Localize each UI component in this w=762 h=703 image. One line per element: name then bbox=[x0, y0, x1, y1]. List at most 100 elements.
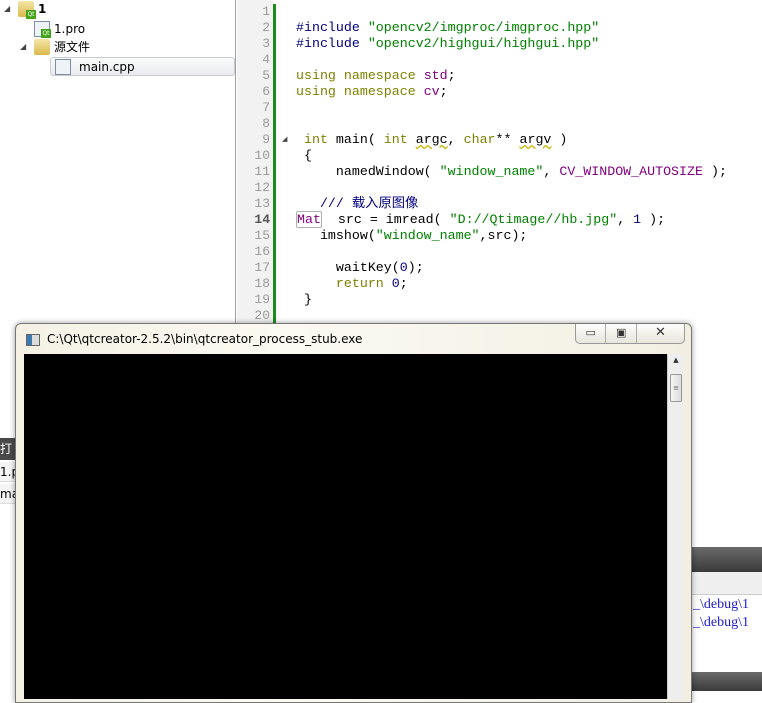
tree-item-main-cpp[interactable]: main.cpp bbox=[50, 57, 235, 76]
line-number: 3 bbox=[262, 36, 270, 51]
code-token: 0 bbox=[399, 260, 408, 275]
console-output[interactable] bbox=[24, 354, 667, 699]
console-window[interactable]: C:\Qt\qtcreator-2.5.2\bin\qtcreator_proc… bbox=[15, 323, 692, 703]
code-line[interactable]: { bbox=[296, 148, 312, 164]
code-token: ); bbox=[641, 212, 666, 227]
line-number: 11 bbox=[254, 164, 270, 179]
code-line[interactable]: /// 载入原图像 bbox=[296, 196, 418, 212]
code-token: namedWindow( bbox=[296, 164, 440, 179]
code-token: , bbox=[447, 132, 464, 147]
line-number: 10 bbox=[254, 148, 270, 163]
code-token: src = imread( bbox=[321, 212, 450, 227]
code-line[interactable]: waitKey(0); bbox=[296, 260, 424, 276]
line-number: 5 bbox=[262, 68, 270, 83]
line-number: 1 bbox=[262, 4, 270, 19]
line-number: 6 bbox=[262, 84, 270, 99]
minimize-button[interactable]: ▭ bbox=[576, 324, 607, 343]
code-token: { bbox=[296, 148, 312, 163]
output-pane: _\debug\1 _\debug\1 bbox=[691, 547, 762, 691]
code-token: "opencv2/highgui/highgui.hpp" bbox=[367, 36, 600, 51]
expand-arrow-icon[interactable]: ◢ bbox=[4, 0, 14, 18]
tree-item-sources[interactable]: ◢ 源文件 bbox=[20, 38, 90, 56]
line-number: 4 bbox=[262, 52, 270, 67]
code-token: ** bbox=[495, 132, 520, 147]
code-line[interactable]: Mat src = imread( "D://Qtimage//hb.jpg",… bbox=[296, 211, 666, 228]
tree-item-project[interactable]: ◢ Qt 1 bbox=[4, 0, 47, 19]
output-line: _\debug\1 bbox=[693, 615, 749, 630]
background-tab[interactable]: 打开 bbox=[0, 438, 16, 460]
code-token: "window_name" bbox=[375, 228, 480, 243]
console-app-icon bbox=[26, 334, 40, 346]
qt-project-icon: Qt bbox=[18, 1, 36, 19]
code-token: #include bbox=[296, 20, 368, 35]
window-controls: ▭ ▣ ✕ bbox=[575, 324, 685, 344]
line-number: 8 bbox=[262, 116, 270, 131]
code-token: 0 bbox=[391, 276, 400, 291]
tree-item-pro-file[interactable]: Qt 1.pro bbox=[34, 20, 85, 38]
pro-file-label: 1.pro bbox=[54, 22, 86, 36]
code-token: #include bbox=[296, 36, 368, 51]
code-token: /// 载入原图像 bbox=[296, 196, 419, 211]
code-token: cv bbox=[423, 84, 440, 99]
code-token: CV_WINDOW_AUTOSIZE bbox=[559, 164, 703, 179]
code-token: ); bbox=[702, 164, 727, 179]
close-button[interactable]: ✕ bbox=[637, 324, 684, 343]
expand-arrow-icon[interactable]: ◢ bbox=[20, 38, 30, 56]
code-line[interactable]: using namespace std; bbox=[296, 68, 456, 84]
cpp-file-icon bbox=[55, 58, 71, 75]
background-row[interactable]: 1.pro bbox=[0, 462, 16, 482]
output-toolbar bbox=[691, 572, 762, 595]
code-token: "opencv2/imgproc/imgproc.hpp" bbox=[367, 20, 600, 35]
code-token: ; bbox=[439, 84, 448, 99]
console-title: C:\Qt\qtcreator-2.5.2\bin\qtcreator_proc… bbox=[47, 332, 363, 346]
code-line[interactable]: } bbox=[296, 292, 312, 308]
code-line[interactable]: return 0; bbox=[296, 276, 408, 292]
code-line[interactable]: namedWindow( "window_name", CV_WINDOW_AU… bbox=[296, 164, 727, 180]
cpp-folder-icon bbox=[34, 39, 50, 55]
line-number: 9 bbox=[262, 132, 270, 147]
line-number: 7 bbox=[262, 100, 270, 115]
background-row[interactable]: main.cpp bbox=[0, 484, 16, 504]
vertical-scrollbar[interactable]: ▲ ≡ bbox=[667, 354, 683, 699]
maximize-button[interactable]: ▣ bbox=[606, 324, 637, 343]
code-token: ) bbox=[551, 132, 568, 147]
code-token: int bbox=[296, 132, 336, 147]
code-token: , bbox=[617, 212, 634, 227]
code-token: imshow( bbox=[296, 228, 376, 243]
code-token: waitKey( bbox=[296, 260, 400, 275]
code-token: argv bbox=[519, 132, 552, 147]
code-token: char bbox=[463, 132, 496, 147]
output-line: _\debug\1 bbox=[693, 597, 749, 612]
output-pane-header bbox=[691, 547, 762, 572]
code-token: namespace bbox=[343, 84, 424, 99]
line-number: 13 bbox=[254, 196, 270, 211]
sources-folder-label: 源文件 bbox=[54, 40, 91, 54]
scroll-up-arrow-icon[interactable]: ▲ bbox=[668, 356, 684, 364]
code-line[interactable]: imshow("window_name",src); bbox=[296, 228, 527, 244]
scroll-thumb[interactable]: ≡ bbox=[670, 374, 682, 402]
line-number: 12 bbox=[254, 180, 270, 195]
code-line[interactable]: using namespace cv; bbox=[296, 84, 448, 100]
project-name: 1 bbox=[38, 2, 47, 16]
line-number: 20 bbox=[254, 308, 270, 323]
code-token: std bbox=[423, 68, 448, 83]
fold-arrow-icon[interactable]: ◢ bbox=[282, 135, 287, 143]
status-bar bbox=[691, 672, 762, 691]
code-token: 1 bbox=[633, 212, 642, 227]
line-number: 2 bbox=[262, 20, 270, 35]
line-number: 18 bbox=[254, 276, 270, 291]
code-token: ; bbox=[399, 276, 408, 291]
code-token: "D://Qtimage//hb.jpg" bbox=[449, 212, 618, 227]
code-line[interactable]: #include "opencv2/imgproc/imgproc.hpp" bbox=[296, 20, 599, 36]
line-number: 17 bbox=[254, 260, 270, 275]
code-token: int bbox=[383, 132, 416, 147]
code-token: return bbox=[335, 276, 392, 291]
code-token: main( bbox=[335, 132, 384, 147]
code-line[interactable]: #include "opencv2/highgui/highgui.hpp" bbox=[296, 36, 599, 52]
change-marker-bar bbox=[273, 4, 276, 324]
pro-file-icon: Qt bbox=[34, 21, 51, 38]
line-number: 15 bbox=[254, 228, 270, 243]
code-line[interactable]: int main( int argc, char** argv ) bbox=[296, 132, 567, 148]
code-token: ; bbox=[447, 68, 456, 83]
